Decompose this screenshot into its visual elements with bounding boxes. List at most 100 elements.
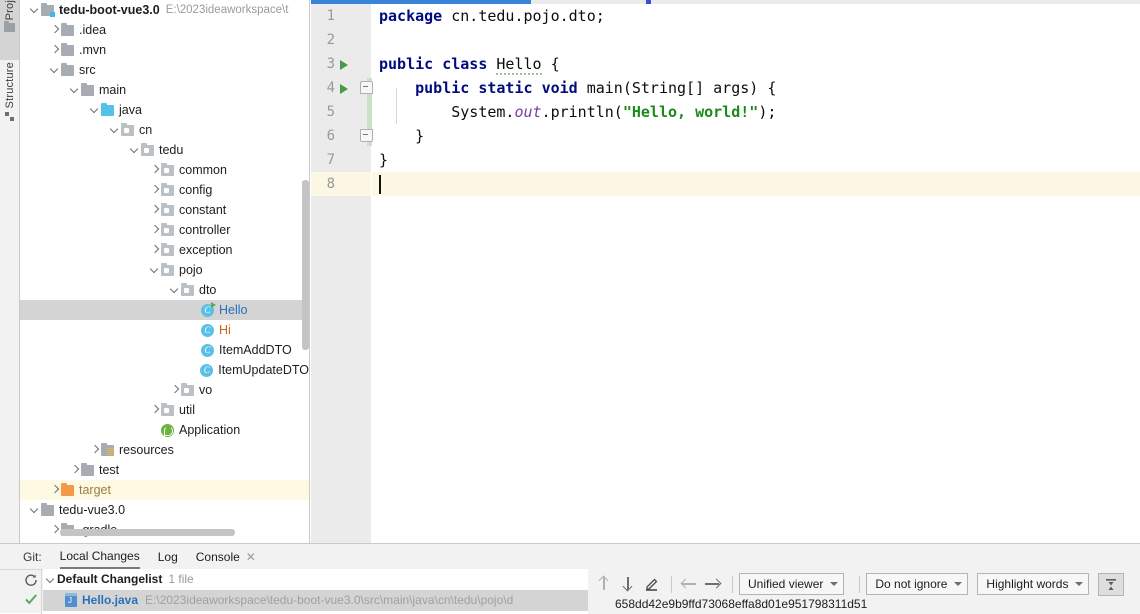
chevron-right-icon[interactable] [48, 480, 61, 500]
tree-row-application[interactable]: Application [20, 420, 309, 440]
chevron-down-icon[interactable] [88, 100, 101, 120]
chevron-right-icon[interactable] [48, 20, 61, 40]
tree-row-exception[interactable]: exception [20, 240, 309, 260]
checkmark-icon[interactable] [24, 592, 38, 606]
tree-row-itemupdatedto[interactable]: C ItemUpdateDTO [20, 360, 309, 380]
next-difference-icon[interactable] [617, 573, 639, 595]
gutter-line-8[interactable]: 8 [311, 172, 371, 196]
changed-file-row[interactable]: Hello.java E:\2023ideaworkspace\tedu-boo… [43, 590, 588, 611]
chevron-right-icon[interactable] [48, 40, 61, 60]
viewer-mode-combo[interactable]: Unified viewer [739, 573, 845, 595]
tree-row-controller[interactable]: controller [20, 220, 309, 240]
line-number: 1 [326, 8, 335, 24]
fold-handle-close[interactable] [360, 129, 373, 142]
chevron-right-icon[interactable] [148, 160, 161, 180]
chevron-right-icon[interactable] [148, 400, 161, 420]
chevron-right-icon[interactable] [88, 440, 101, 460]
folder-icon [61, 42, 74, 56]
folder-icon [81, 462, 94, 476]
tree-row-config[interactable]: config [20, 180, 309, 200]
diff-toolbar[interactable]: Unified viewer Do not ignore Highlight w… [588, 569, 1140, 614]
forward-icon[interactable] [702, 573, 724, 595]
tree-row-constant[interactable]: constant [20, 200, 309, 220]
line-number: 2 [326, 32, 335, 48]
chevron-down-icon[interactable] [108, 120, 121, 140]
tab-local-changes[interactable]: Local Changes [59, 545, 140, 569]
chevron-right-icon[interactable] [68, 460, 81, 480]
fold-handle-open[interactable] [360, 81, 373, 94]
chevron-right-icon[interactable] [148, 200, 161, 220]
tree-row--mvn[interactable]: .mvn [20, 40, 309, 60]
tab-log[interactable]: Log [158, 545, 178, 569]
package-icon [181, 382, 194, 396]
tree-row-common[interactable]: common [20, 160, 309, 180]
chevron-right-icon[interactable] [148, 240, 161, 260]
highlight-policy-combo[interactable]: Highlight words [977, 573, 1090, 595]
project-vertical-scrollbar[interactable] [302, 180, 309, 350]
tab-console[interactable]: Console ✕ [196, 545, 256, 569]
chevron-down-icon[interactable] [28, 0, 41, 20]
tree-row-dto[interactable]: dto [20, 280, 309, 300]
chevron-right-icon[interactable] [48, 520, 61, 540]
tree-row-resources[interactable]: resources [20, 440, 309, 460]
project-tool-window[interactable]: tedu-boot-vue3.0 E:\2023ideaworkspace\t .i… [20, 0, 310, 543]
gutter-line-3[interactable]: 3 [311, 52, 371, 76]
resources-folder-icon [101, 442, 114, 456]
tree-row-util[interactable]: util [20, 400, 309, 420]
tree-row-java[interactable]: java [20, 100, 309, 120]
code-editor[interactable]: 1 2 3 4 5 6 7 8 package cn.tedu.pojo.dto; publi… [311, 0, 1140, 543]
tool-button-structure[interactable]: Structure [0, 62, 19, 134]
tree-row-label: main [99, 83, 127, 97]
gutter-line-1[interactable]: 1 [311, 4, 371, 28]
tree-row-itemadddto[interactable]: C ItemAddDTO [20, 340, 309, 360]
git-tab-bar[interactable]: Git: Local Changes Log Console ✕ [0, 544, 1140, 570]
class-icon: C [201, 343, 214, 357]
tool-button-project[interactable]: Proj [0, 0, 19, 60]
run-gutter-icon[interactable] [340, 84, 348, 94]
project-horizontal-scrollbar[interactable] [60, 529, 235, 536]
changes-tree[interactable]: Default Changelist 1 file Hello.java E:\… [43, 569, 588, 614]
tree-row-tedu-vue3-0[interactable]: tedu-vue3.0 [20, 500, 309, 520]
run-gutter-icon[interactable] [340, 60, 348, 70]
module-path: E:\2023ideaworkspace\t [165, 4, 289, 16]
tree-row-src[interactable]: src [20, 60, 309, 80]
tree-row-tedu-boot-vue3-0[interactable]: tedu-boot-vue3.0 E:\2023ideaworkspace\t [20, 0, 309, 20]
project-tree[interactable]: tedu-boot-vue3.0 E:\2023ideaworkspace\t .i… [20, 0, 309, 540]
gutter-line-7[interactable]: 7 [311, 148, 371, 172]
tree-row-main[interactable]: main [20, 80, 309, 100]
close-icon[interactable]: ✕ [246, 545, 256, 569]
chevron-down-icon[interactable] [43, 569, 57, 590]
collapse-unchanged-icon[interactable] [1098, 572, 1125, 596]
back-icon[interactable] [678, 573, 700, 595]
git-tool-window[interactable]: Git: Local Changes Log Console ✕ Default … [0, 543, 1140, 614]
tree-row-tedu[interactable]: tedu [20, 140, 309, 160]
toolbar-separator-2 [732, 575, 733, 593]
edit-source-icon[interactable] [641, 573, 663, 595]
chevron-right-icon[interactable] [148, 180, 161, 200]
chevron-right-icon[interactable] [148, 220, 161, 240]
chevron-down-icon[interactable] [128, 140, 141, 160]
previous-difference-icon[interactable] [593, 573, 615, 595]
tree-row-hi[interactable]: C Hi [20, 320, 309, 340]
chevron-down-icon[interactable] [168, 280, 181, 300]
tree-row--idea[interactable]: .idea [20, 20, 309, 40]
changelist-row[interactable]: Default Changelist 1 file [43, 569, 588, 590]
ignore-policy-combo[interactable]: Do not ignore [866, 573, 969, 595]
git-side-toolbar[interactable] [20, 569, 42, 614]
refresh-icon[interactable] [24, 573, 38, 587]
chevron-down-icon[interactable] [48, 60, 61, 80]
chevron-down-icon[interactable] [148, 260, 161, 280]
editor-code-area[interactable]: package cn.tedu.pojo.dto; public class H… [360, 4, 1140, 543]
gutter-line-2[interactable]: 2 [311, 28, 371, 52]
chevron-right-icon[interactable] [168, 380, 181, 400]
tree-row-target[interactable]: target [20, 480, 309, 500]
tree-row-label: tedu-boot-vue3.0 [59, 3, 160, 17]
chevron-down-icon[interactable] [68, 80, 81, 100]
gutter-line-5[interactable]: 5 [311, 100, 371, 124]
tree-row-vo[interactable]: vo [20, 380, 309, 400]
chevron-down-icon[interactable] [28, 500, 41, 520]
tree-row-hello[interactable]: C Hello [20, 300, 309, 320]
tree-row-cn[interactable]: cn [20, 120, 309, 140]
tree-row-test[interactable]: test [20, 460, 309, 480]
tree-row-pojo[interactable]: pojo [20, 260, 309, 280]
